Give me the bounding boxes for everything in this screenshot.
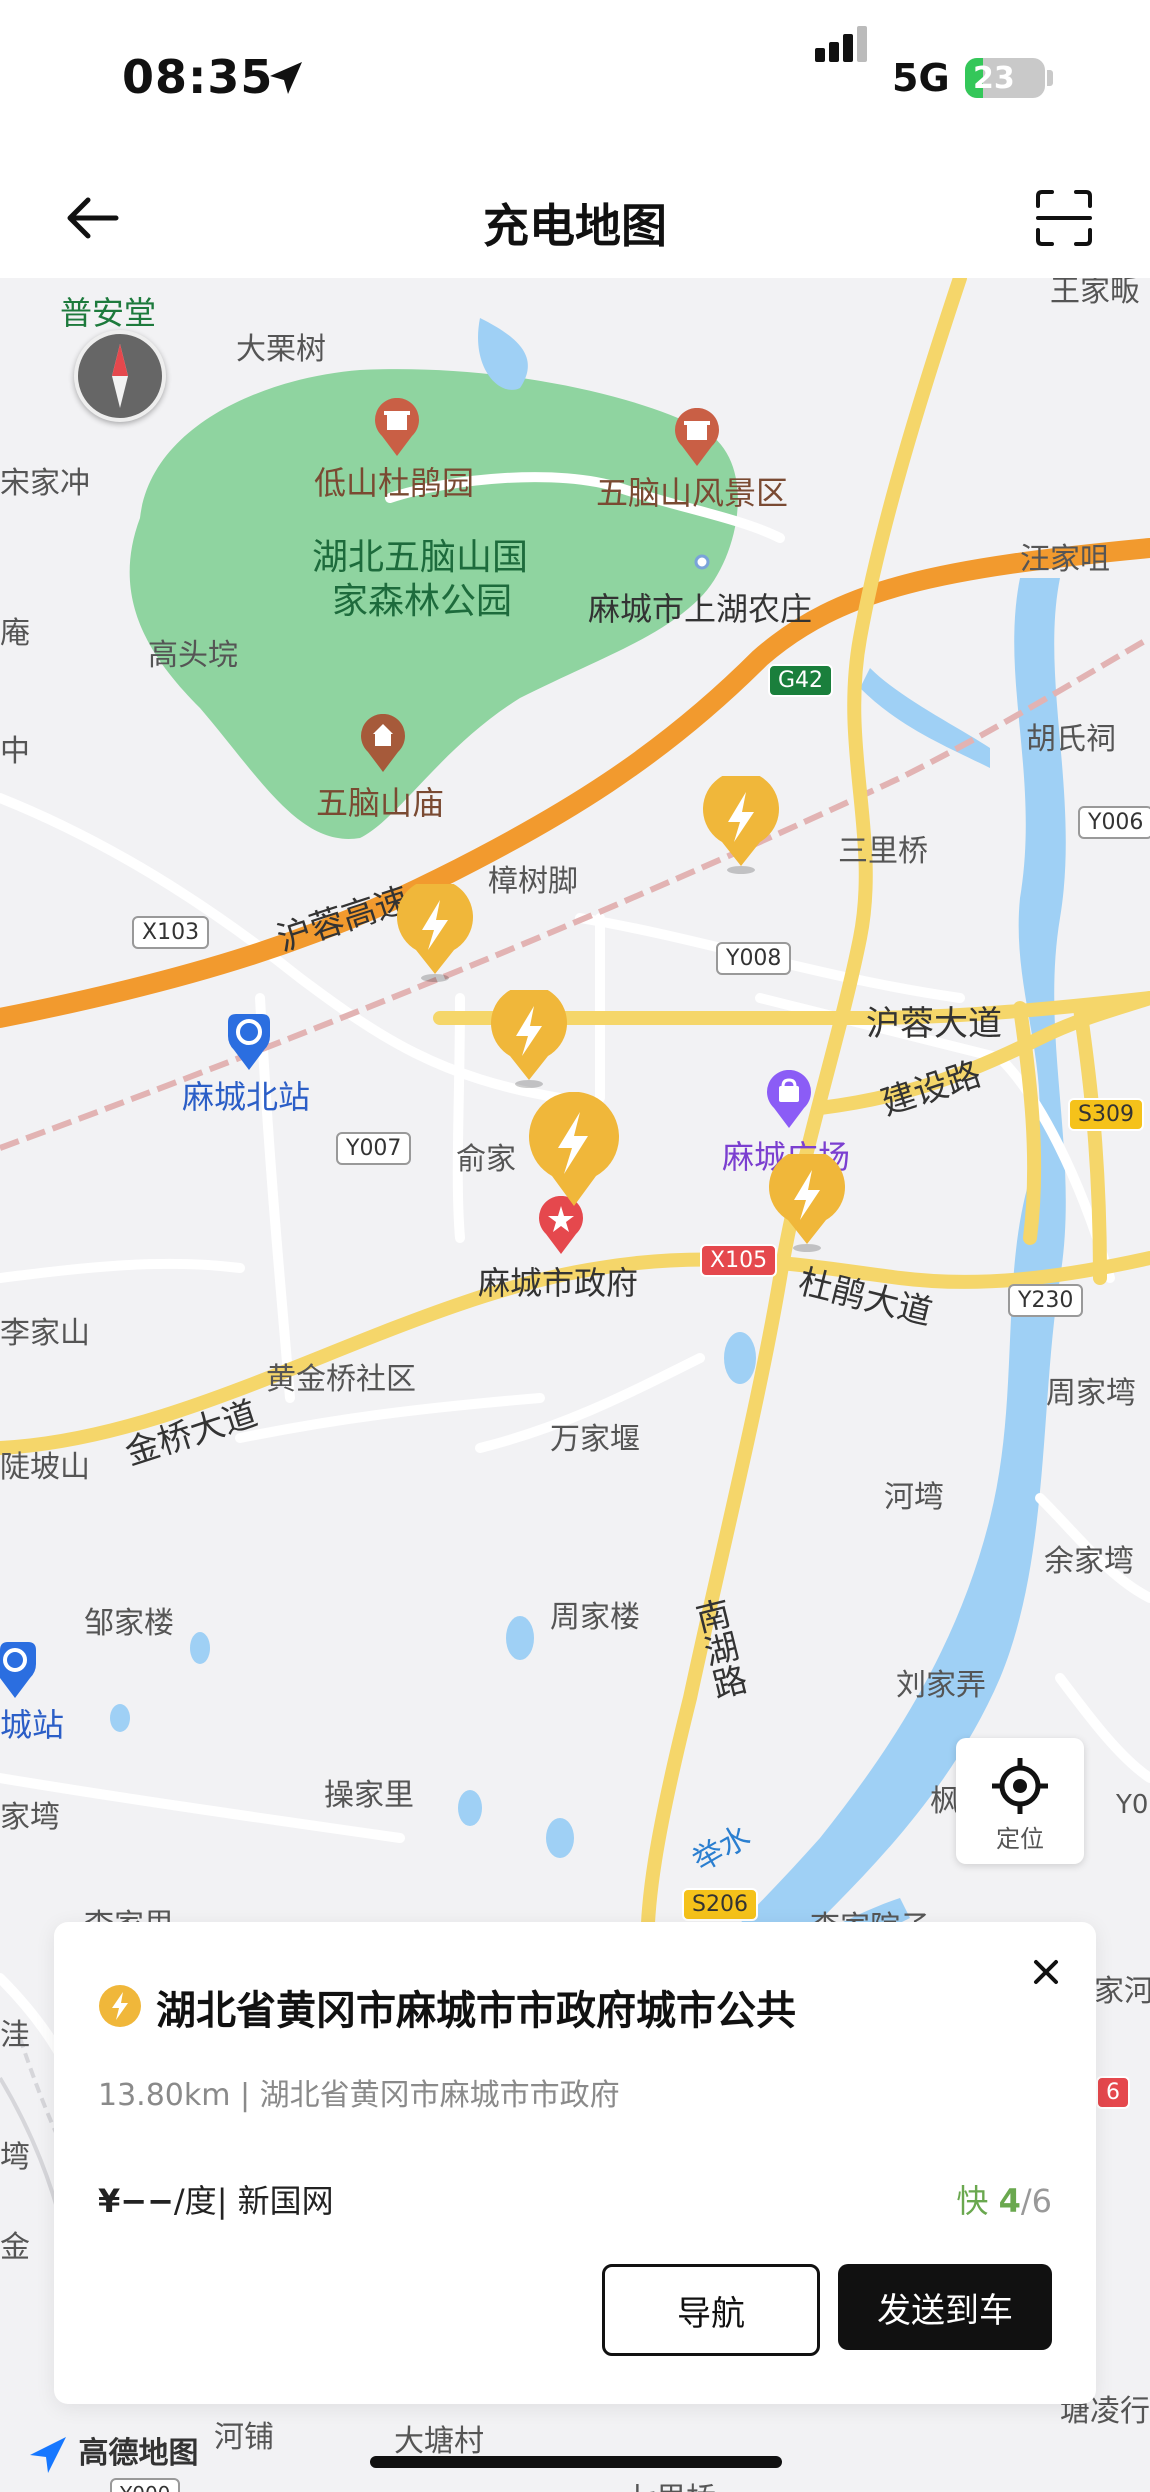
road-tag-y006: Y006 [1078, 806, 1150, 839]
map-label-caojiali: 操家里 [324, 1778, 414, 1813]
road-tag-s309: S309 [1068, 1098, 1144, 1131]
charging-station-pin[interactable] [766, 1154, 848, 1254]
map-label-jin: 金 [0, 2230, 30, 2265]
charging-station-pin[interactable] [700, 776, 782, 876]
navigate-button[interactable]: 导航 [602, 2264, 820, 2356]
fast-available: 4 [998, 2182, 1021, 2220]
provider-label: 高德地图 [78, 2436, 199, 2471]
gate-poi-icon[interactable] [672, 408, 722, 468]
map-label-city-station: 城站 [0, 1706, 65, 1744]
amap-arrow-icon [30, 2436, 66, 2473]
battery-tip [1047, 70, 1053, 86]
map-label-he-pu: 河铺 [214, 2420, 274, 2455]
map-label-sanli: 三里桥 [838, 834, 928, 869]
map-label-zhu: 洼 [0, 2018, 30, 2053]
crosshair-icon [992, 1758, 1048, 1814]
map-label-wanjiayan: 万家堰 [550, 1422, 640, 1457]
station-price: ¥−− [98, 2182, 174, 2220]
road-tag-y008: Y008 [716, 942, 792, 975]
station-operator: 新国网 [237, 2182, 334, 2220]
road-tag-6: 6 [1096, 2076, 1130, 2109]
map-label-zoujia: 邹家楼 [84, 1606, 174, 1641]
charging-station-pin[interactable] [488, 990, 570, 1090]
map-label-huangjin: 黄金桥社区 [266, 1362, 416, 1397]
road-tag-y230: Y230 [1008, 1284, 1084, 1317]
station-title: 湖北省黄冈市麻城市市政府城市公共 [156, 1988, 796, 2034]
map-label-zhoujiawan: 周家塆 [1046, 1376, 1136, 1411]
page-title: 充电地图 [483, 199, 667, 253]
road-tag-x103: X103 [132, 916, 210, 949]
road-tag-y000: Y000 [110, 2478, 181, 2492]
map-label-left-wan: 家塆 [0, 1800, 60, 1835]
charging-station-pin[interactable] [394, 884, 476, 984]
dot-poi-icon [694, 554, 710, 570]
scan-icon[interactable] [1034, 188, 1094, 248]
home-indicator[interactable] [370, 2456, 782, 2468]
station-price-row: ¥−−/度| 新国网 [98, 2182, 334, 2220]
station-card[interactable]: 湖北省黄冈市麻城市市政府城市公共 13.80km | 湖北省黄冈市麻城市市政府 … [54, 1922, 1096, 2404]
map-label-park2: 家森林公园 [332, 581, 513, 622]
train-station-icon[interactable] [0, 1638, 40, 1700]
network-type: 5G [892, 56, 950, 100]
fast-label: 快 [956, 2182, 989, 2220]
map-label-cut3: 七里桥 [626, 2474, 716, 2492]
lightning-icon [99, 1985, 141, 2027]
station-subtitle: 13.80km | 湖北省黄冈市麻城市市政府 [98, 2078, 620, 2113]
nav-bar: 充电地图 [0, 160, 1150, 278]
locate-label: 定位 [996, 1825, 1044, 1853]
price-unit: /度 [173, 2182, 217, 2220]
map-label-puantang: 普安堂 [60, 294, 157, 332]
map-label-zhoujialou: 周家楼 [550, 1600, 640, 1635]
map-label-lijiashan: 李家山 [0, 1316, 90, 1351]
charging-station-pin-selected[interactable] [526, 1092, 622, 1210]
map-label-gaotou: 高头垸 [148, 638, 238, 673]
map-label-wangjia: 汪家咀 [1020, 542, 1110, 577]
map-label-wan2: 塆 [0, 2140, 30, 2175]
map-label-an: 庵 [0, 616, 30, 651]
map-label-zhangshu: 樟树脚 [488, 864, 578, 899]
map-label-jia-he: 家河 [1094, 1974, 1150, 2009]
map-label-dalishu: 大栗树 [236, 332, 326, 367]
send-to-car-button[interactable]: 发送到车 [838, 2264, 1052, 2350]
map-label-yujia: 俞家 [456, 1142, 516, 1177]
temple-poi-icon[interactable] [358, 714, 408, 774]
map-label-hewan: 河塆 [884, 1480, 944, 1515]
locate-button[interactable]: 定位 [956, 1738, 1084, 1864]
road-tag-y007: Y007 [336, 1132, 412, 1165]
map-label-yujiawan: 余家塆 [1044, 1544, 1134, 1579]
map-label-liujia: 刘家弄 [896, 1668, 986, 1703]
status-time: 08:35 [122, 50, 274, 104]
map-label-songjia: 宋家冲 [0, 466, 90, 501]
train-station-icon[interactable] [224, 1010, 274, 1072]
fast-total: /6 [1020, 2182, 1052, 2220]
station-distance: 13.80km [98, 2078, 231, 2113]
map-label-hurong-ave: 沪蓉大道 [866, 1004, 1002, 1044]
map-label-dishan: 低山杜鹃园 [314, 464, 475, 502]
map-label-hushi: 胡氏祠 [1026, 722, 1116, 757]
fast-charger-count: 快 4/6 [956, 2176, 1052, 2222]
map-label-datang: 大塘村 [394, 2424, 484, 2459]
road-tag-s206: S206 [682, 1888, 758, 1921]
close-icon[interactable] [1026, 1952, 1066, 1992]
location-arrow-icon [270, 62, 302, 94]
map-label-zhong: 中 [0, 734, 30, 769]
map-label-poshan: 陡坡山 [0, 1450, 90, 1485]
map-label-y0: Y0 [1116, 1790, 1149, 1820]
amap-logo: 高德地图 [28, 2428, 198, 2475]
road-tag-g42: G42 [768, 664, 834, 697]
map-label-wunao-scenic: 五脑山风景区 [596, 474, 789, 512]
map-label-wangjia-fan: 王家畈 [1050, 278, 1140, 309]
map-label-shanghu: 麻城市上湖农庄 [588, 590, 813, 628]
battery-percent: 23 [973, 61, 1015, 96]
map-label-gov: 麻城市政府 [478, 1264, 639, 1302]
map-label-wunao-temple: 五脑山庙 [316, 784, 445, 822]
map-label-north-station: 麻城北站 [182, 1078, 311, 1116]
station-address: 湖北省黄冈市麻城市市政府 [259, 2078, 620, 2113]
status-bar: 08:35 5G 23 [0, 0, 1150, 160]
compass-icon[interactable] [74, 330, 166, 422]
battery-icon: 23 [965, 58, 1045, 98]
gate-poi-icon[interactable] [372, 398, 422, 458]
shopping-poi-icon[interactable] [764, 1070, 814, 1130]
